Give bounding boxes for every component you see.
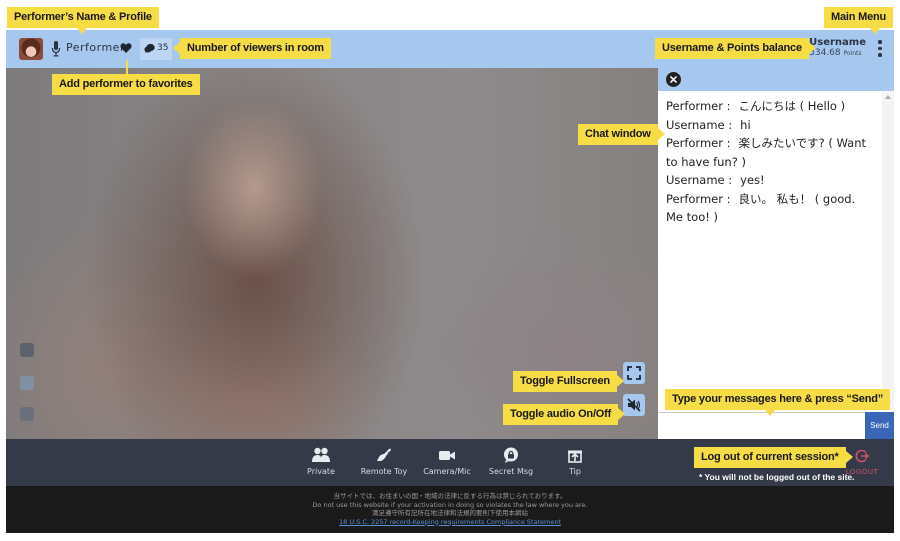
tip-label: Tip (569, 467, 581, 476)
performer-avatar[interactable] (19, 38, 43, 60)
annotation-fullscreen: Toggle Fullscreen (513, 371, 624, 392)
camera-mic-button[interactable]: Camera/Mic (412, 447, 482, 476)
chat-sender: Performer : (666, 99, 731, 113)
annotation-chat-window: Chat window (578, 124, 665, 145)
microphone-icon (51, 41, 61, 57)
annotation-connector (126, 60, 128, 74)
chat-message: Performer : こんにちは ( Hello ) (666, 97, 871, 116)
chat-sender: Performer : (666, 136, 731, 150)
compliance-statement-link[interactable]: 18 U.S.C. 2257 record-Keeping requiremen… (339, 518, 561, 526)
video-control-icon[interactable] (20, 407, 34, 421)
video-control-icon[interactable] (20, 343, 34, 357)
chat-scrollbar[interactable] (882, 91, 894, 409)
footer: 当サイトでは、お住まいの国・地域の法律に反する行為は禁じられております。 Do … (6, 486, 894, 533)
footer-line-english: Do not use this website if your activati… (312, 500, 588, 509)
annotation-text: Username & Points balance (662, 42, 802, 54)
annotation-text: Toggle audio On/Off (510, 408, 612, 420)
secret-msg-button[interactable]: Secret Msg (476, 447, 546, 476)
remote-toy-label: Remote Toy (360, 467, 408, 476)
users-icon (312, 447, 330, 462)
annotation-logout-note: * You will not be logged out of the site… (699, 472, 855, 482)
annotation-main-menu: Main Menu (824, 7, 894, 34)
chat-sender: Performer : (666, 191, 731, 206)
chat-bubbles-icon (144, 43, 155, 53)
fullscreen-icon (627, 366, 641, 380)
chat-window: Performer : こんにちは ( Hello ) Username : hi … (658, 68, 894, 439)
annotation-text: Add performer to favorites (59, 78, 193, 90)
user-account[interactable]: Username 334.68 Points (809, 37, 866, 58)
footer-line-chinese: 満足遵守所有記所在地法律和法規的要則下使用本網站 (372, 509, 528, 517)
tip-button[interactable]: Tip (540, 447, 610, 476)
username: Username (809, 37, 866, 48)
chat-sender: Username : (666, 117, 733, 132)
annotation-text: Chat window (585, 128, 651, 140)
footer-line-japanese: 当サイトでは、お住まいの国・地域の法律に反する行為は禁じられております。 (333, 492, 567, 500)
chat-text: yes! (740, 173, 765, 187)
chat-message-input[interactable] (658, 412, 865, 439)
favorite-heart-icon[interactable] (120, 42, 132, 54)
camera-mic-label: Camera/Mic (423, 467, 471, 476)
secret-msg-label: Secret Msg (488, 467, 534, 476)
chat-sender: Username : (666, 173, 733, 187)
chat-message: Username : hi (666, 116, 871, 135)
fullscreen-button[interactable] (623, 362, 645, 384)
send-button[interactable]: Send (865, 412, 894, 439)
annotation-text: Toggle Fullscreen (520, 375, 610, 387)
annotation-favorites: Add performer to favorites (52, 74, 200, 95)
annotation-audio: Toggle audio On/Off (503, 404, 626, 425)
annotation-text: Log out of current session* (701, 451, 839, 463)
private-button[interactable]: Private (286, 447, 356, 476)
chat-header (658, 68, 894, 91)
chat-messages: Performer : こんにちは ( Hello ) Username : hi … (666, 97, 871, 227)
toy-icon (377, 448, 391, 461)
speaker-muted-icon (627, 398, 641, 412)
gift-icon (568, 450, 582, 463)
video-camera-icon (439, 451, 455, 460)
viewer-count: 35 (157, 43, 169, 53)
main-menu-button[interactable] (878, 40, 882, 58)
video-control-icon[interactable] (20, 376, 34, 390)
chat-text: こんにちは ( Hello ) (738, 99, 846, 113)
lock-bubble-icon (504, 447, 518, 463)
private-label: Private (307, 467, 335, 476)
chat-close-button[interactable] (666, 72, 681, 87)
performer-name[interactable]: Performer (66, 41, 125, 54)
chat-message: Performer : 楽しみたいです? ( Want to have fun? … (666, 134, 871, 171)
annotation-text: Number of viewers in room (187, 42, 324, 54)
audio-toggle-button[interactable] (623, 394, 645, 416)
annotation-text: Main Menu (831, 11, 887, 23)
viewer-count-badge: 35 (140, 38, 172, 60)
chat-message: Performer : 良い。 私も！ ( good. Me too! ) (666, 190, 871, 227)
annotation-viewers: Number of viewers in room (173, 38, 331, 59)
scroll-up-arrow-icon[interactable] (885, 95, 891, 99)
chat-text: hi (740, 117, 751, 132)
logout-icon (855, 449, 869, 463)
annotation-text: Performer’s Name & Profile (14, 11, 152, 23)
points-unit: Points (843, 50, 862, 57)
chat-message: Username : yes! (666, 171, 871, 190)
points-balance: 334.68 Points (809, 48, 866, 58)
close-icon (670, 76, 677, 83)
annotation-username-points: Username & Points balance (655, 38, 816, 59)
annotation-logout: Log out of current session* (694, 447, 853, 468)
annotation-performer-profile: Performer’s Name & Profile (7, 7, 159, 34)
remote-toy-button[interactable]: Remote Toy (349, 447, 419, 476)
annotation-text: Type your messages here & press “Send” (672, 393, 884, 405)
annotation-type-message: Type your messages here & press “Send” (665, 389, 891, 416)
